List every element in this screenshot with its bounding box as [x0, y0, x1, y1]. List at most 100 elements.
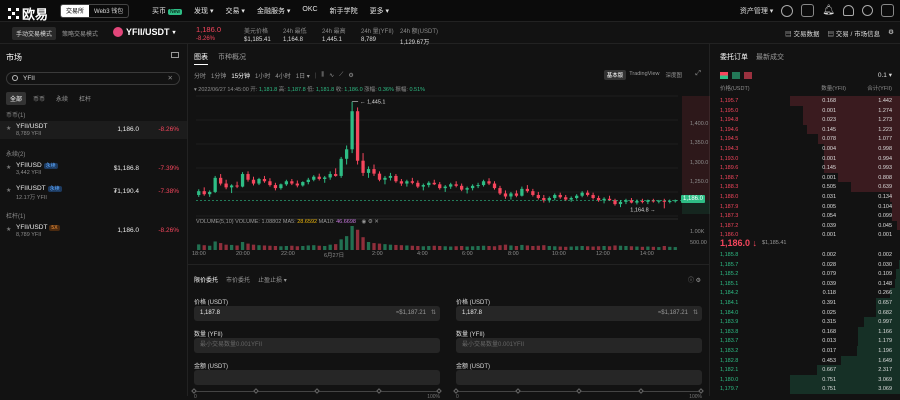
bid-row[interactable]: 1,182.8 0.453 1.649	[710, 355, 900, 366]
market-row[interactable]: ★ YFIIUSDT 永续 12.17万 YFII ₮1,190.4 -7.38%	[0, 183, 187, 201]
ask-row[interactable]: 1,187.9 0.005 0.104	[710, 201, 900, 212]
user-icon[interactable]	[781, 4, 794, 17]
market-row[interactable]: ★ YFII/USDT 8,789 YFII 1,186.0 -8.26%	[0, 121, 187, 139]
tf-1m[interactable]: 1分钟	[211, 71, 226, 80]
bid-row[interactable]: 1,185.8 0.002 0.002	[710, 250, 900, 260]
nav-trade[interactable]: 交易 ▾	[225, 6, 244, 16]
bid-row[interactable]: 1,179.7 0.751 3.069	[710, 384, 900, 394]
nav-okc[interactable]: OKC	[302, 6, 317, 16]
market-info-link[interactable]: ▤ 交易 / 市场信息	[827, 28, 880, 38]
nav-more[interactable]: 更多 ▾	[370, 6, 389, 16]
bid-row[interactable]: 1,184.0 0.025 0.682	[710, 307, 900, 318]
bid-row[interactable]: 1,182.1 0.667 2.317	[710, 365, 900, 375]
book-asks-icon[interactable]	[744, 72, 752, 79]
market-row[interactable]: ★ YFII/USDT 5X 8,789 YFII 1,186.0 -8.26%	[0, 222, 187, 240]
tab-perpetual[interactable]: 永续	[52, 92, 72, 105]
bid-row[interactable]: 1,183.7 0.013 1.179	[710, 336, 900, 346]
tab-stop-order[interactable]: 止盈止损 ▾	[258, 275, 287, 284]
tf-line[interactable]: 分时	[194, 71, 206, 80]
tab-limit-order[interactable]: 限价委托	[194, 275, 218, 284]
logo[interactable]: 欧易	[8, 4, 48, 23]
precision-select[interactable]: 0.1 ▾	[878, 71, 892, 79]
book-bids-icon[interactable]	[732, 72, 740, 79]
ask-row[interactable]: 1,193.0 0.001 0.994	[710, 153, 900, 164]
ask-row[interactable]: 1,194.5 0.078 1.077	[710, 134, 900, 144]
settings-icon[interactable]: ⚙	[348, 72, 353, 79]
ask-row[interactable]: 1,187.2 0.039 0.045	[710, 220, 900, 231]
nav-discover[interactable]: 发现 ▾	[194, 6, 213, 16]
tab-order-book[interactable]: 委托订单	[720, 52, 748, 62]
ask-row[interactable]: 1,194.6 0.145 1.223	[710, 124, 900, 135]
candlestick-chart[interactable]: ← 1,445.1 1,164.8 →	[188, 94, 710, 252]
buy-percent-slider[interactable]	[191, 388, 442, 394]
star-icon[interactable]: ★	[6, 125, 11, 132]
clear-search-icon[interactable]: ✕	[168, 73, 173, 84]
ask-row[interactable]: 1,194.8 0.023 1.273	[710, 115, 900, 125]
tab-spot[interactable]: 币币	[29, 92, 49, 105]
bid-row[interactable]: 1,183.2 0.017 1.196	[710, 346, 900, 356]
ask-row[interactable]: 1,195.0 0.001 1.274	[710, 105, 900, 116]
view-basic[interactable]: 基本版	[603, 70, 627, 80]
bid-row[interactable]: 1,185.1 0.039 0.148	[710, 278, 900, 289]
collapse-icon[interactable]: ▾	[194, 87, 197, 93]
settings-gear-icon[interactable]: ⚙	[888, 28, 894, 38]
ask-row[interactable]: 1,189.6 0.145 0.993	[710, 163, 900, 173]
indicator-icon[interactable]: ∿	[329, 72, 334, 79]
nav-finance[interactable]: 金融服务 ▾	[257, 6, 290, 16]
draw-icon[interactable]: ⟋	[339, 72, 343, 79]
bid-row[interactable]: 1,184.2 0.118 0.266	[710, 288, 900, 298]
exchange-wallet-toggle[interactable]: 交易所 Web3 钱包	[60, 4, 130, 18]
support-icon[interactable]	[843, 5, 854, 16]
ask-row[interactable]: 1,188.7 0.001 0.808	[710, 172, 900, 183]
ask-row[interactable]: 1,187.3 0.054 0.099	[710, 211, 900, 221]
tf-1d[interactable]: 1日 ▾	[296, 71, 310, 80]
view-tradingview[interactable]: TradingView	[626, 70, 662, 80]
bid-row[interactable]: 1,185.7 0.028 0.030	[710, 259, 900, 270]
bid-row[interactable]: 1,180.0 0.751 3.069	[710, 374, 900, 385]
trading-data-link[interactable]: ▤ 交易数据	[785, 28, 819, 38]
buy-amount-input[interactable]	[194, 370, 440, 385]
ask-row[interactable]: 1,194.3 0.004 0.998	[710, 144, 900, 154]
download-icon[interactable]	[801, 4, 815, 17]
bid-row[interactable]: 1,183.8 0.168 1.166	[710, 326, 900, 337]
sell-price-input[interactable]: 1,187.8 ≈$1,187.21 ⇅	[456, 306, 702, 321]
market-search-input[interactable]: YFII ✕	[6, 72, 180, 85]
buy-qty-input[interactable]: 最小交易数量0.001YFII	[194, 338, 440, 353]
tab-coin-overview[interactable]: 币种概况	[218, 52, 246, 65]
bid-row[interactable]: 1,185.2 0.079 0.109	[710, 269, 900, 279]
ask-row[interactable]: 1,188.3 0.505 0.639	[710, 182, 900, 192]
pair-selector[interactable]: YFII/USDT ▾	[113, 27, 176, 37]
star-icon[interactable]: ★	[6, 187, 11, 194]
tf-15m[interactable]: 15分钟	[231, 71, 250, 80]
nav-buy-crypto[interactable]: 买币 New	[152, 6, 183, 16]
view-depth[interactable]: 深度图	[662, 70, 685, 80]
ask-row[interactable]: 1,188.0 0.031 0.134	[710, 192, 900, 202]
bid-row[interactable]: 1,184.1 0.391 0.657	[710, 298, 900, 308]
toggle-web3-wallet[interactable]: Web3 钱包	[89, 5, 128, 17]
toggle-exchange[interactable]: 交易所	[61, 5, 90, 17]
market-row[interactable]: ★ YFIIUSD 永续 3,442 YFII $1,186.8 -7.39%	[0, 160, 187, 178]
bell-icon[interactable]: 🔔︎	[822, 5, 835, 16]
settings-icon[interactable]	[881, 4, 894, 17]
tab-market-order[interactable]: 市价委托	[226, 275, 250, 284]
nav-academy[interactable]: 新手学院	[330, 6, 358, 16]
visibility-icon[interactable]: ◉ ⚙ ✕	[362, 219, 379, 225]
strategy-trade-mode-button[interactable]: 策略交易模式	[62, 29, 98, 38]
bid-row[interactable]: 1,183.9 0.315 0.997	[710, 317, 900, 327]
tab-all[interactable]: 全部	[6, 92, 27, 105]
info-icon[interactable]: ⓘ ⚙	[688, 275, 701, 284]
buy-price-input[interactable]: 1,187.8 ≈$1,187.21 ⇅	[194, 306, 440, 321]
tf-1h[interactable]: 1小时	[255, 71, 270, 80]
ask-row[interactable]: 1,195.7 0.168 1.442	[710, 96, 900, 106]
tab-margin[interactable]: 杠杆	[75, 92, 95, 105]
star-icon[interactable]: ★	[6, 164, 11, 171]
sell-qty-input[interactable]: 最小交易数量0.001YFII	[456, 338, 702, 353]
asset-management-menu[interactable]: 资产管理 ▾	[740, 6, 773, 16]
star-icon[interactable]: ★	[6, 226, 11, 233]
tf-4h[interactable]: 4小时	[275, 71, 290, 80]
candle-type-icon[interactable]: ⫼	[321, 72, 324, 79]
book-both-icon[interactable]	[720, 72, 728, 79]
collapse-panel-icon[interactable]	[171, 52, 179, 58]
manual-trade-mode-button[interactable]: 手动交易模式	[12, 27, 57, 40]
sell-percent-slider[interactable]	[453, 388, 704, 394]
